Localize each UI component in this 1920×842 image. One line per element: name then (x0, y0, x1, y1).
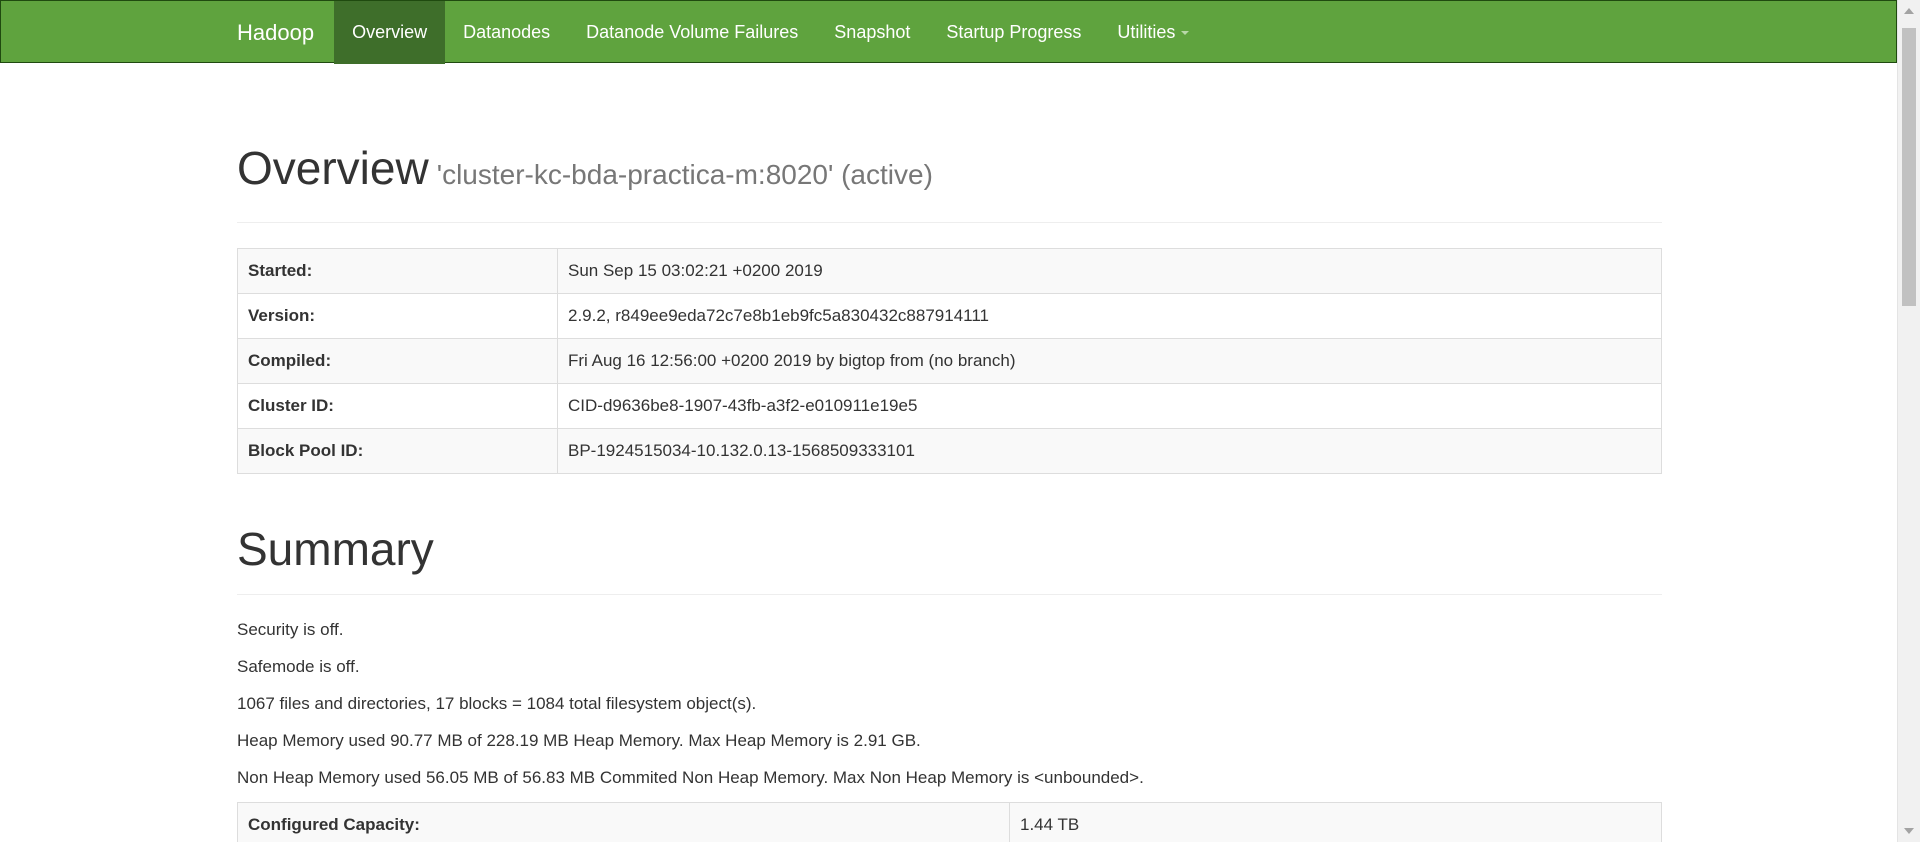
summary-lines: Security is off. Safemode is off. 1067 f… (237, 617, 1662, 802)
overview-title: Overview (237, 142, 429, 194)
summary-heap-memory: Heap Memory used 90.77 MB of 228.19 MB H… (237, 731, 921, 750)
row-value-cluster-id: CID-d9636be8-1907-43fb-a3f2-e010911e19e5 (557, 383, 1662, 429)
row-label-version: Version: (237, 293, 558, 339)
page: Hadoop Overview Datanodes Datanode Volum… (0, 0, 1920, 842)
main-content: Overview'cluster-kc-bda-practica-m:8020'… (237, 63, 1662, 842)
row-value-block-pool-id: BP-1924515034-10.132.0.13-1568509333101 (557, 428, 1662, 474)
brand-link[interactable]: Hadoop (225, 1, 334, 64)
row-value-started: Sun Sep 15 03:02:21 +0200 2019 (557, 248, 1662, 294)
row-label-cluster-id: Cluster ID: (237, 383, 558, 429)
summary-title: Summary (237, 523, 434, 575)
table-row: Compiled: Fri Aug 16 12:56:00 +0200 2019… (237, 338, 1662, 384)
scroll-up-arrow-icon[interactable] (1904, 8, 1914, 14)
nav-utilities-dropdown[interactable]: Utilities (1099, 1, 1207, 64)
capacity-table: Configured Capacity: 1.44 TB (237, 802, 1662, 842)
row-value-compiled: Fri Aug 16 12:56:00 +0200 2019 by bigtop… (557, 338, 1662, 384)
vertical-scrollbar[interactable] (1897, 0, 1920, 842)
summary-non-heap-memory: Non Heap Memory used 56.05 MB of 56.83 M… (237, 768, 1144, 787)
overview-heading: Overview'cluster-kc-bda-practica-m:8020'… (237, 143, 1662, 200)
summary-header: Summary (237, 524, 1662, 595)
table-row: Cluster ID: CID-d9636be8-1907-43fb-a3f2-… (237, 383, 1662, 429)
table-row: Configured Capacity: 1.44 TB (237, 802, 1662, 842)
row-value-configured-capacity: 1.44 TB (1009, 802, 1662, 842)
scroll-thumb[interactable] (1902, 28, 1916, 306)
row-value-version: 2.9.2, r849ee9eda72c7e8b1eb9fc5a830432c8… (557, 293, 1662, 339)
row-label-compiled: Compiled: (237, 338, 558, 384)
nav-datanode-volume-failures[interactable]: Datanode Volume Failures (568, 1, 816, 64)
summary-safemode: Safemode is off. (237, 657, 360, 676)
nav-startup-progress[interactable]: Startup Progress (928, 1, 1099, 64)
nav-overview[interactable]: Overview (334, 1, 446, 64)
summary-security: Security is off. (237, 620, 344, 639)
summary-filesystem-objects: 1067 files and directories, 17 blocks = … (237, 694, 757, 713)
table-row: Block Pool ID: BP-1924515034-10.132.0.13… (237, 428, 1662, 474)
scroll-down-arrow-icon[interactable] (1904, 828, 1914, 834)
caret-down-icon (1181, 31, 1190, 36)
navbar-inner: Hadoop Overview Datanodes Datanode Volum… (225, 1, 1207, 64)
overview-table: Started: Sun Sep 15 03:02:21 +0200 2019 … (237, 248, 1662, 474)
top-navbar: Hadoop Overview Datanodes Datanode Volum… (0, 0, 1897, 64)
row-label-configured-capacity: Configured Capacity: (237, 802, 1010, 842)
nav-snapshot[interactable]: Snapshot (816, 1, 928, 64)
table-row: Version: 2.9.2, r849ee9eda72c7e8b1eb9fc5… (237, 293, 1662, 339)
row-label-started: Started: (237, 248, 558, 294)
overview-header: Overview'cluster-kc-bda-practica-m:8020'… (237, 143, 1662, 223)
overview-subtitle: 'cluster-kc-bda-practica-m:8020' (active… (436, 159, 933, 190)
table-row: Started: Sun Sep 15 03:02:21 +0200 2019 (237, 248, 1662, 294)
row-label-block-pool-id: Block Pool ID: (237, 428, 558, 474)
nav-utilities-label: Utilities (1117, 22, 1176, 42)
nav-datanodes[interactable]: Datanodes (445, 1, 568, 64)
